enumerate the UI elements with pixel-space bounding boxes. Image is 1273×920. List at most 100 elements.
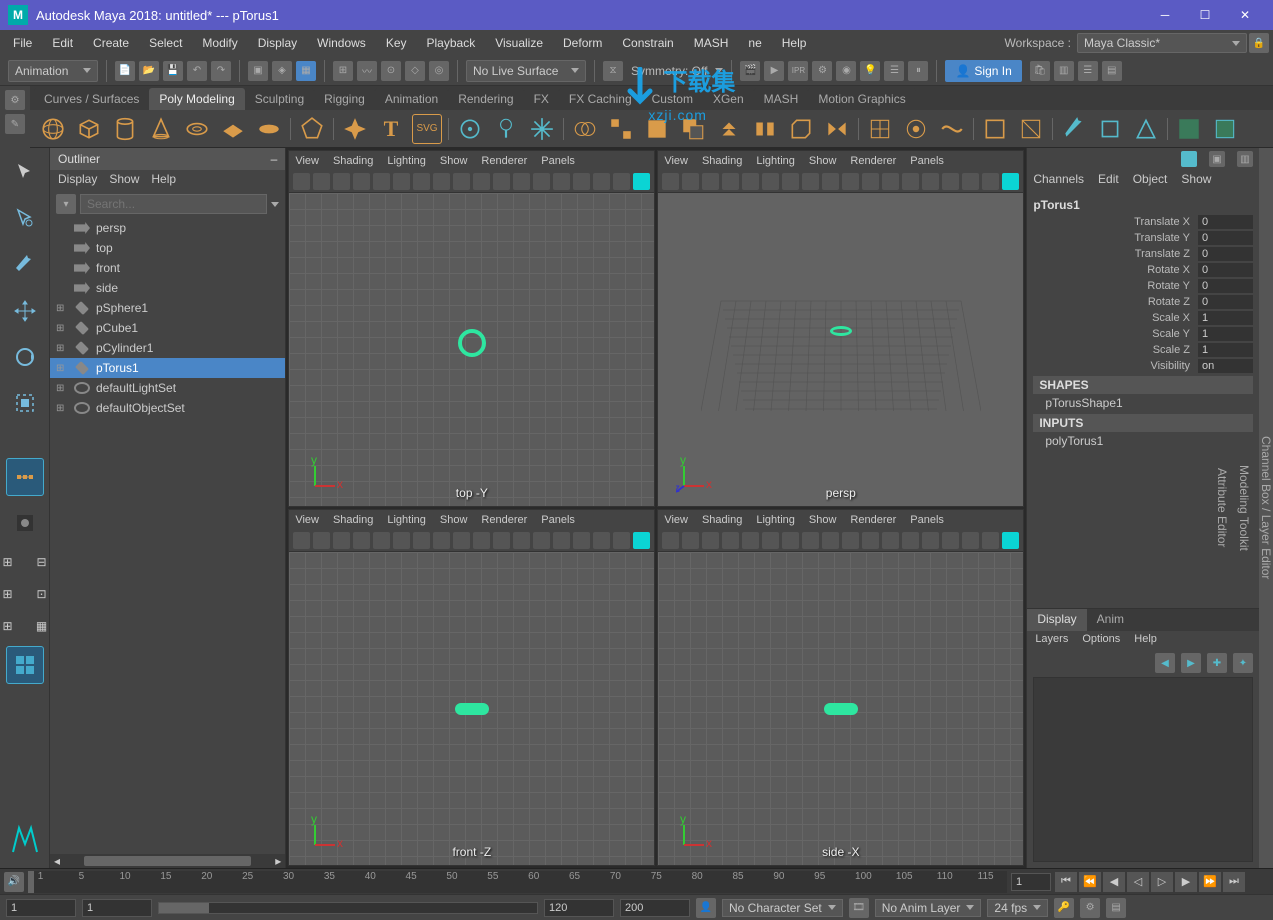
outliner-menu-display[interactable]: Display bbox=[58, 172, 97, 190]
layer-tab-display[interactable]: Display bbox=[1027, 609, 1086, 631]
channel-value[interactable]: 1 bbox=[1198, 343, 1253, 357]
snap-together-icon[interactable] bbox=[491, 114, 521, 144]
vp-toolbar-icon[interactable] bbox=[842, 532, 859, 549]
render-frame-icon[interactable]: ▶ bbox=[764, 61, 784, 81]
vp-toolbar-icon[interactable] bbox=[722, 173, 739, 190]
vp-toolbar-icon[interactable] bbox=[573, 532, 590, 549]
outliner-item-pSphere1[interactable]: ⊞pSphere1 bbox=[50, 298, 285, 318]
chtab-channels[interactable]: Channels bbox=[1033, 172, 1084, 190]
panel-close-icon[interactable]: – bbox=[271, 152, 278, 166]
shelf-tab-fxcache[interactable]: FX Caching bbox=[559, 88, 642, 110]
layer-new-empty-icon[interactable]: ✚ bbox=[1207, 653, 1227, 673]
layer-tab-anim[interactable]: Anim bbox=[1087, 609, 1134, 631]
chbox-icon-b[interactable]: ▣ bbox=[1209, 151, 1225, 167]
range-out-field[interactable] bbox=[544, 899, 614, 917]
soft-select-icon[interactable] bbox=[455, 114, 485, 144]
vp-toolbar-icon[interactable] bbox=[333, 173, 350, 190]
combine-icon[interactable] bbox=[570, 114, 600, 144]
vp-menu-lighting[interactable]: Lighting bbox=[387, 514, 426, 526]
layout-single-icon[interactable] bbox=[6, 504, 44, 542]
vp-toolbar-icon[interactable] bbox=[513, 532, 530, 549]
maximize-button[interactable]: ☐ bbox=[1185, 1, 1225, 29]
vp-menu-panels[interactable]: Panels bbox=[541, 155, 575, 167]
outliner-filter-icon[interactable]: ▾ bbox=[56, 194, 76, 214]
channel-value[interactable]: 0 bbox=[1198, 279, 1253, 293]
vp-toolbar-icon[interactable] bbox=[702, 173, 719, 190]
vp-toolbar-icon[interactable] bbox=[842, 173, 859, 190]
edge-flow-icon[interactable] bbox=[937, 114, 967, 144]
menu-playback[interactable]: Playback bbox=[418, 33, 485, 53]
play-back-button[interactable]: ◁ bbox=[1127, 872, 1149, 892]
layer-menu-help[interactable]: Help bbox=[1134, 633, 1157, 649]
channel-value[interactable]: 0 bbox=[1198, 263, 1253, 277]
workspace-lock-icon[interactable]: 🔒 bbox=[1249, 33, 1269, 53]
vp-toolbar-icon[interactable] bbox=[593, 173, 610, 190]
vp-toolbar-icon[interactable] bbox=[682, 532, 699, 549]
step-back-key-button[interactable]: ⏪ bbox=[1079, 872, 1101, 892]
quad-draw-icon[interactable] bbox=[980, 114, 1010, 144]
shelf-tab-custom[interactable]: Custom bbox=[642, 88, 703, 110]
channel-value[interactable]: on bbox=[1198, 359, 1253, 373]
render-settings-icon[interactable]: ⚙ bbox=[812, 61, 832, 81]
vp-menu-view[interactable]: View bbox=[295, 155, 319, 167]
target-weld-icon[interactable] bbox=[901, 114, 931, 144]
pause-render-icon[interactable]: ⏸ bbox=[908, 61, 928, 81]
vp-toolbar-icon[interactable] bbox=[373, 173, 390, 190]
outliner-menu-show[interactable]: Show bbox=[109, 172, 139, 190]
layer-move-down-icon[interactable]: ▶ bbox=[1181, 653, 1201, 673]
layer-menu-layers[interactable]: Layers bbox=[1035, 633, 1068, 649]
anim-layer-dropdown[interactable]: No Anim Layer bbox=[875, 899, 982, 917]
sculpt-icon[interactable] bbox=[1059, 114, 1089, 144]
vp-menu-shading[interactable]: Shading bbox=[702, 155, 742, 167]
outliner-hscroll[interactable]: ◂▸ bbox=[50, 854, 285, 868]
vp-toolbar-icon[interactable] bbox=[1002, 532, 1019, 549]
outliner-menu-help[interactable]: Help bbox=[151, 172, 176, 190]
layout-grid-a-icon[interactable]: ⊞ bbox=[0, 550, 24, 574]
vp-toolbar-icon[interactable] bbox=[593, 532, 610, 549]
layer-new-sel-icon[interactable]: ✦ bbox=[1233, 653, 1253, 673]
vp-menu-view[interactable]: View bbox=[664, 514, 688, 526]
bevel-icon[interactable] bbox=[786, 114, 816, 144]
shelf-tab-motion[interactable]: Motion Graphics bbox=[808, 88, 915, 110]
vp-menu-shading[interactable]: Shading bbox=[333, 514, 373, 526]
vp-toolbar-icon[interactable] bbox=[373, 532, 390, 549]
shape-item[interactable]: pTorusShape1 bbox=[1033, 394, 1253, 412]
vp-toolbar-icon[interactable] bbox=[662, 532, 679, 549]
vp-toolbar-icon[interactable] bbox=[413, 532, 430, 549]
vp-menu-show[interactable]: Show bbox=[440, 514, 468, 526]
poly-superellipse-icon[interactable] bbox=[340, 114, 370, 144]
shelf-tab-xgen[interactable]: XGen bbox=[703, 88, 754, 110]
vp-toolbar-icon[interactable] bbox=[613, 173, 630, 190]
input-item[interactable]: polyTorus1 bbox=[1033, 432, 1253, 450]
menu-ne[interactable]: ne bbox=[739, 33, 770, 53]
poly-disc-icon[interactable] bbox=[254, 114, 284, 144]
step-fwd-button[interactable]: ▶ bbox=[1175, 872, 1197, 892]
light-editor-icon[interactable]: 💡 bbox=[860, 61, 880, 81]
play-fwd-button[interactable]: ▷ bbox=[1151, 872, 1173, 892]
lasso-tool[interactable] bbox=[6, 200, 44, 238]
vp-toolbar-icon[interactable] bbox=[862, 173, 879, 190]
marketplace-icon[interactable]: 🛍 bbox=[1030, 61, 1050, 81]
vp-toolbar-icon[interactable] bbox=[882, 173, 899, 190]
vp-toolbar-icon[interactable] bbox=[762, 532, 779, 549]
vp-toolbar-icon[interactable] bbox=[722, 532, 739, 549]
vp-toolbar-icon[interactable] bbox=[922, 173, 939, 190]
snap-live-icon[interactable]: ◎ bbox=[429, 61, 449, 81]
vp-toolbar-icon[interactable] bbox=[942, 173, 959, 190]
vp-toolbar-icon[interactable] bbox=[473, 532, 490, 549]
vp-toolbar-icon[interactable] bbox=[782, 532, 799, 549]
vp-toolbar-icon[interactable] bbox=[333, 532, 350, 549]
shelf-menu-icon[interactable]: ⚙ bbox=[5, 90, 25, 110]
shelf-tab-poly[interactable]: Poly Modeling bbox=[149, 88, 244, 110]
poly-cube-icon[interactable] bbox=[74, 114, 104, 144]
redo-icon[interactable]: ↷ bbox=[211, 61, 231, 81]
freeze-icon[interactable] bbox=[527, 114, 557, 144]
chtab-edit[interactable]: Edit bbox=[1098, 172, 1119, 190]
vp-toolbar-icon[interactable] bbox=[962, 173, 979, 190]
outliner-item-front[interactable]: front bbox=[50, 258, 285, 278]
range-end-field[interactable] bbox=[620, 899, 690, 917]
vp-toolbar-icon[interactable] bbox=[822, 173, 839, 190]
poly-type-icon[interactable]: T bbox=[376, 114, 406, 144]
chtab-object[interactable]: Object bbox=[1133, 172, 1168, 190]
outliner-item-defaultLightSet[interactable]: ⊞defaultLightSet bbox=[50, 378, 285, 398]
